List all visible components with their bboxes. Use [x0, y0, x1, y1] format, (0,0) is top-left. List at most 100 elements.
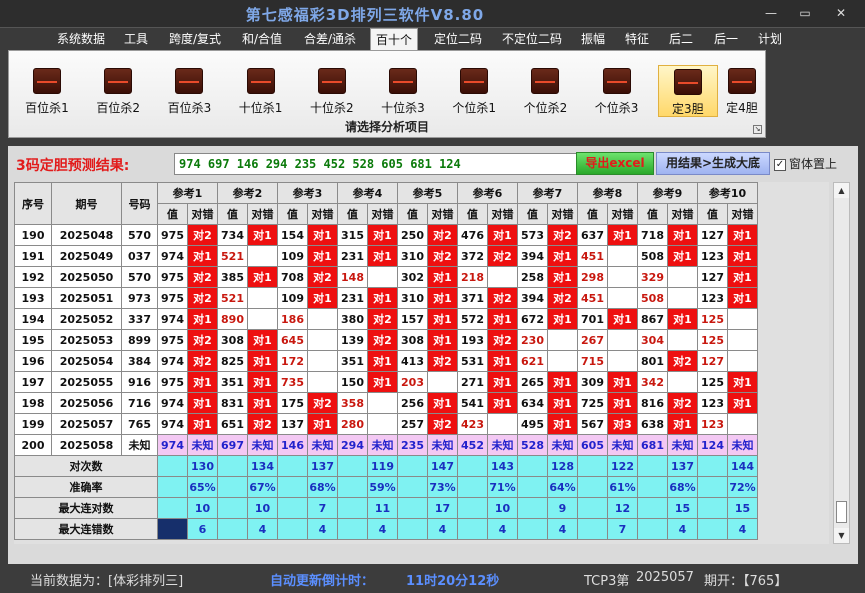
ribbon-button[interactable]: 百位杀3 — [159, 65, 219, 117]
menu-item[interactable]: 后一 — [708, 28, 744, 50]
stats-filler — [337, 476, 368, 498]
value-cell: 358 — [337, 392, 368, 414]
minimize-button[interactable]: — — [758, 4, 784, 22]
check-cell: 对1 — [547, 413, 578, 435]
maximize-button[interactable]: ▭ — [792, 4, 818, 22]
ribbon-button[interactable]: 十位杀2 — [302, 65, 362, 117]
value-cell: 495 — [517, 413, 548, 435]
ribbon-button[interactable]: 定4胆 — [712, 65, 772, 117]
period-cell: 2025052 — [51, 308, 122, 330]
menu-item[interactable]: 百十个 — [370, 28, 418, 50]
ribbon-button[interactable]: 百位杀2 — [88, 65, 148, 117]
value-header: 值 — [217, 203, 248, 225]
stats-value: 119 — [367, 455, 398, 477]
prediction-result-field[interactable]: 974 697 146 294 235 452 528 605 681 124 — [174, 153, 582, 175]
stats-value: 143 — [487, 455, 518, 477]
value-cell: 123 — [697, 287, 728, 309]
ribbon-button[interactable]: 十位杀3 — [373, 65, 433, 117]
menu-item[interactable]: 计划 — [752, 28, 788, 50]
menu-item[interactable]: 特征 — [620, 28, 654, 50]
menu-item[interactable]: 合差/通杀 — [297, 28, 363, 50]
number-cell: 899 — [121, 329, 158, 351]
check-cell: 对2 — [427, 245, 458, 267]
value-cell: 127 — [697, 266, 728, 288]
close-button[interactable]: ✕ — [828, 4, 854, 22]
value-cell: 230 — [517, 329, 548, 351]
issue-label: TCP3第 — [584, 574, 630, 589]
ribbon-panel: 百位杀1 百位杀2 百位杀3 十位杀1 十位杀2 十位杀3 个位杀1 个位杀2 个位杀3 定3胆 定… — [8, 50, 766, 138]
stats-filler — [217, 518, 248, 540]
stats-filler — [457, 476, 488, 498]
ribbon-button[interactable]: 百位杀1 — [17, 65, 77, 117]
table-row[interactable]: 191 2025049 037 974 对1 521 109 对1 231 对1 310 对2 372 对… — [14, 245, 758, 267]
table-row[interactable]: 196 2025054 384 974 对2 825 对1 172 351 对1 413 对2 531 对… — [14, 350, 758, 372]
check-cell: 对1 — [727, 266, 758, 288]
window-topmost-toggle[interactable]: ✓ 窗体置上 — [774, 155, 837, 172]
period-cell: 2025056 — [51, 392, 122, 414]
menu-item[interactable]: 不定位二码 — [496, 28, 568, 50]
value-cell: 310 — [397, 287, 428, 309]
generate-base-button[interactable]: 用结果>生成大底 — [656, 152, 770, 175]
stats-filler — [157, 497, 188, 519]
scroll-down-icon[interactable]: ▼ — [834, 528, 849, 543]
vertical-scrollbar[interactable]: ▲ ▼ — [833, 182, 850, 544]
table-row[interactable]: 200 2025058 未知 974 未知 697 未知 146 未知 294 未知 235 未知 452… — [14, 434, 758, 456]
menu-item[interactable]: 和/合值 — [238, 28, 286, 50]
ribbon-button[interactable]: 个位杀2 — [515, 65, 575, 117]
check-cell: 对1 — [187, 413, 218, 435]
number-cell: 570 — [121, 266, 158, 288]
menu-item[interactable]: 后二 — [664, 28, 698, 50]
value-cell: 708 — [277, 266, 308, 288]
scroll-up-icon[interactable]: ▲ — [834, 183, 849, 198]
seq-cell: 199 — [14, 413, 52, 435]
menu-item[interactable]: 工具 — [120, 28, 152, 50]
check-cell — [607, 350, 638, 372]
value-cell: 974 — [157, 434, 188, 456]
menu-item[interactable]: 振幅 — [576, 28, 610, 50]
checkbox-icon[interactable]: ✓ — [774, 158, 786, 171]
stats-row: 最大连错数 6 4 4 4 4 4 4 7 4 4 — [14, 518, 758, 540]
ribbon-button[interactable]: 个位杀3 — [587, 65, 647, 117]
ribbon-button[interactable]: 十位杀1 — [231, 65, 291, 117]
check-cell — [247, 287, 278, 309]
value-cell: 718 — [637, 224, 668, 246]
menu-item[interactable]: 系统数据 — [52, 28, 110, 50]
ribbon-button[interactable]: 个位杀1 — [444, 65, 504, 117]
stats-value: 10 — [187, 497, 218, 519]
table-row[interactable]: 199 2025057 765 974 对1 651 对2 137 对1 280 257 对2 423 4… — [14, 413, 758, 435]
table-row[interactable]: 194 2025052 337 974 对1 890 186 380 对2 157 对1 572 对1 6… — [14, 308, 758, 330]
ribbon-button-label: 百位杀1 — [25, 101, 69, 115]
export-excel-button[interactable]: 导出excel — [576, 152, 654, 175]
number-cell: 未知 — [121, 434, 158, 456]
stats-filler — [697, 518, 728, 540]
table-row[interactable]: 190 2025048 570 975 对2 734 对1 154 对1 315 对1 250 对2 47… — [14, 224, 758, 246]
value-cell: 974 — [157, 308, 188, 330]
table-row[interactable]: 198 2025056 716 974 对1 831 对1 175 对2 358 256 对1 541 对… — [14, 392, 758, 414]
seq-cell: 193 — [14, 287, 52, 309]
value-cell: 298 — [577, 266, 608, 288]
table-row[interactable]: 192 2025050 570 975 对2 385 对1 708 对2 148 302 对1 218 2… — [14, 266, 758, 288]
value-cell: 371 — [457, 287, 488, 309]
check-cell — [727, 329, 758, 351]
check-cell: 对1 — [247, 350, 278, 372]
period-cell: 2025055 — [51, 371, 122, 393]
menu-item[interactable]: 跨度/复式 — [164, 28, 226, 50]
stats-value: 9 — [547, 497, 578, 519]
check-cell: 对1 — [187, 371, 218, 393]
table-row[interactable]: 193 2025051 973 975 对2 521 109 对1 231 对1 310 对1 371 对… — [14, 287, 758, 309]
number-cell: 916 — [121, 371, 158, 393]
chart-icon — [673, 69, 702, 95]
check-cell: 未知 — [547, 434, 578, 456]
stats-filler — [157, 455, 188, 477]
value-cell: 531 — [457, 350, 488, 372]
menu-item[interactable]: 定位二码 — [428, 28, 488, 50]
ribbon-launcher-icon[interactable]: ↘ — [753, 125, 762, 134]
value-header: 值 — [337, 203, 368, 225]
check-cell: 对2 — [187, 350, 218, 372]
stats-value: 10 — [247, 497, 278, 519]
scroll-thumb[interactable] — [836, 501, 847, 523]
ribbon-button[interactable]: 定3胆 — [657, 65, 718, 117]
table-row[interactable]: 197 2025055 916 975 对1 351 对1 735 150 对1 203 271 对1 2… — [14, 371, 758, 393]
stats-value: 4 — [667, 518, 698, 540]
table-row[interactable]: 195 2025053 899 975 对2 308 对1 645 139 对2 308 对1 193 对… — [14, 329, 758, 351]
